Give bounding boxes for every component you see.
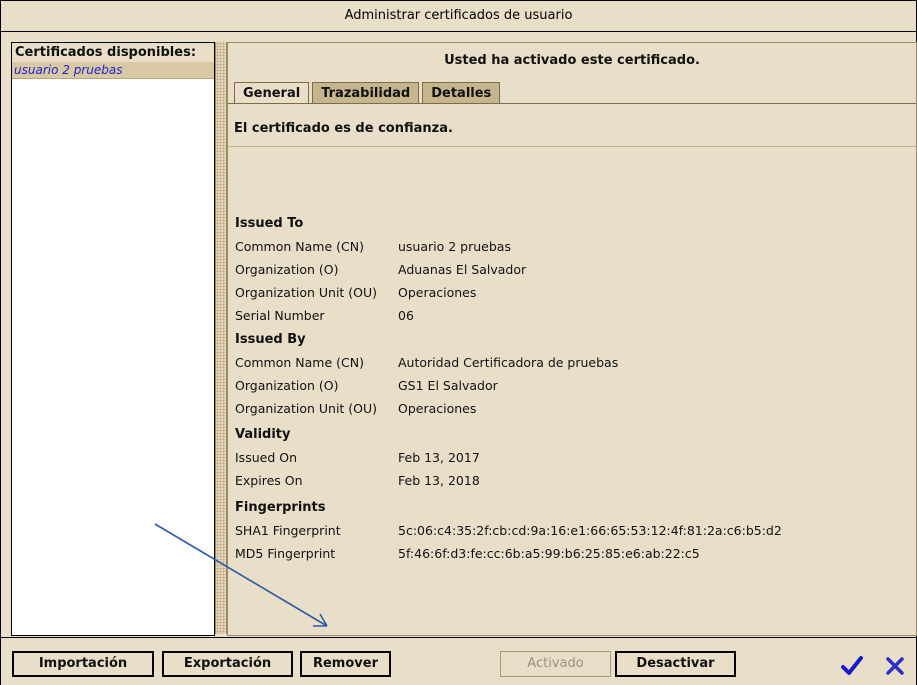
tab-detalles[interactable]: Detalles [422, 82, 501, 103]
field-value: Autoridad Certificadora de pruebas [398, 355, 619, 370]
issued-by-row: Common Name (CN) Autoridad Certificadora … [235, 351, 618, 374]
available-certificates-pane: Certificados disponibles: usuario 2 prue… [11, 42, 215, 636]
export-button[interactable]: Exportación [162, 651, 293, 677]
trust-status: El certificado es de confianza. [234, 121, 453, 136]
issued-to-heading: Issued To [235, 216, 304, 231]
checkmark-icon[interactable] [840, 654, 864, 678]
field-value: Feb 13, 2017 [398, 450, 480, 465]
field-value: Operaciones [398, 401, 477, 416]
validity-heading: Validity [235, 427, 291, 442]
issued-to-row: Organization (O) Aduanas El Salvador [235, 258, 526, 281]
field-value: usuario 2 pruebas [398, 239, 511, 254]
window-title: Administrar certificados de usuario [1, 1, 916, 32]
tab-general[interactable]: General [234, 82, 310, 104]
pane-splitter[interactable] [215, 42, 227, 634]
certificate-manager-window: Administrar certificados de usuario Cert… [0, 0, 917, 685]
available-certificates-title: Certificados disponibles: [12, 43, 214, 62]
issued-by-heading: Issued By [235, 332, 306, 347]
fingerprints-section: Fingerprints SHA1 Fingerprint 5c:06:c4:35… [235, 500, 782, 565]
issued-to-row: Common Name (CN) usuario 2 pruebas [235, 235, 526, 258]
field-value: Aduanas El Salvador [398, 262, 527, 277]
issued-by-row: Organization (O) GS1 El Salvador [235, 374, 618, 397]
fingerprint-row: MD5 Fingerprint 5f:46:6f:d3:fe:cc:6b:a5:9… [235, 542, 782, 565]
details-tabs: General Trazabilidad Detalles [234, 82, 501, 104]
issued-to-row: Serial Number 06 [235, 304, 526, 327]
validity-row: Issued On Feb 13, 2017 [235, 446, 480, 469]
field-label: Expires On [235, 473, 303, 488]
field-value: Operaciones [398, 285, 477, 300]
tab-trazabilidad[interactable]: Trazabilidad [312, 82, 420, 103]
validity-section: Validity Issued On Feb 13, 2017 Expires O… [235, 427, 480, 492]
activation-status: Usted ha activado este certificado. [444, 53, 700, 68]
field-label: Organization (O) [235, 262, 339, 277]
field-label: Organization Unit (OU) [235, 285, 378, 300]
deactivate-button[interactable]: Desactivar [615, 651, 736, 677]
activated-button[interactable]: Activado [500, 651, 611, 677]
button-bar: Importación Exportación Remover Activado… [1, 637, 916, 685]
field-value: 5c:06:c4:35:2f:cb:cd:9a:16:e1:66:65:53:1… [398, 523, 782, 538]
field-value: Feb 13, 2018 [398, 473, 480, 488]
issued-to-section: Issued To Common Name (CN) usuario 2 prue… [235, 216, 526, 327]
field-label: SHA1 Fingerprint [235, 523, 341, 538]
field-value: GS1 El Salvador [398, 378, 498, 393]
certificate-details-pane: Usted ha activado este certificado. Gene… [227, 42, 917, 636]
field-label: MD5 Fingerprint [235, 546, 336, 561]
x-icon[interactable] [883, 654, 907, 678]
field-label: Issued On [235, 450, 297, 465]
field-value: 06 [398, 308, 414, 323]
remove-button[interactable]: Remover [300, 651, 391, 677]
divider [228, 146, 916, 147]
validity-row: Expires On Feb 13, 2018 [235, 469, 480, 492]
field-label: Common Name (CN) [235, 239, 364, 254]
issued-by-section: Issued By Common Name (CN) Autoridad Cert… [235, 332, 618, 420]
fingerprint-row: SHA1 Fingerprint 5c:06:c4:35:2f:cb:cd:9a:… [235, 519, 782, 542]
field-label: Organization Unit (OU) [235, 401, 378, 416]
field-label: Serial Number [235, 308, 325, 323]
field-label: Common Name (CN) [235, 355, 364, 370]
fingerprints-heading: Fingerprints [235, 500, 326, 515]
field-label: Organization (O) [235, 378, 339, 393]
certificate-list-item[interactable]: usuario 2 pruebas [12, 62, 214, 79]
general-tab-content: El certificado es de confianza. Issued T… [228, 103, 916, 636]
issued-by-row: Organization Unit (OU) Operaciones [235, 397, 618, 420]
import-button[interactable]: Importación [12, 651, 154, 677]
issued-to-row: Organization Unit (OU) Operaciones [235, 281, 526, 304]
field-value: 5f:46:6f:d3:fe:cc:6b:a5:99:b6:25:85:e6:a… [398, 546, 700, 561]
